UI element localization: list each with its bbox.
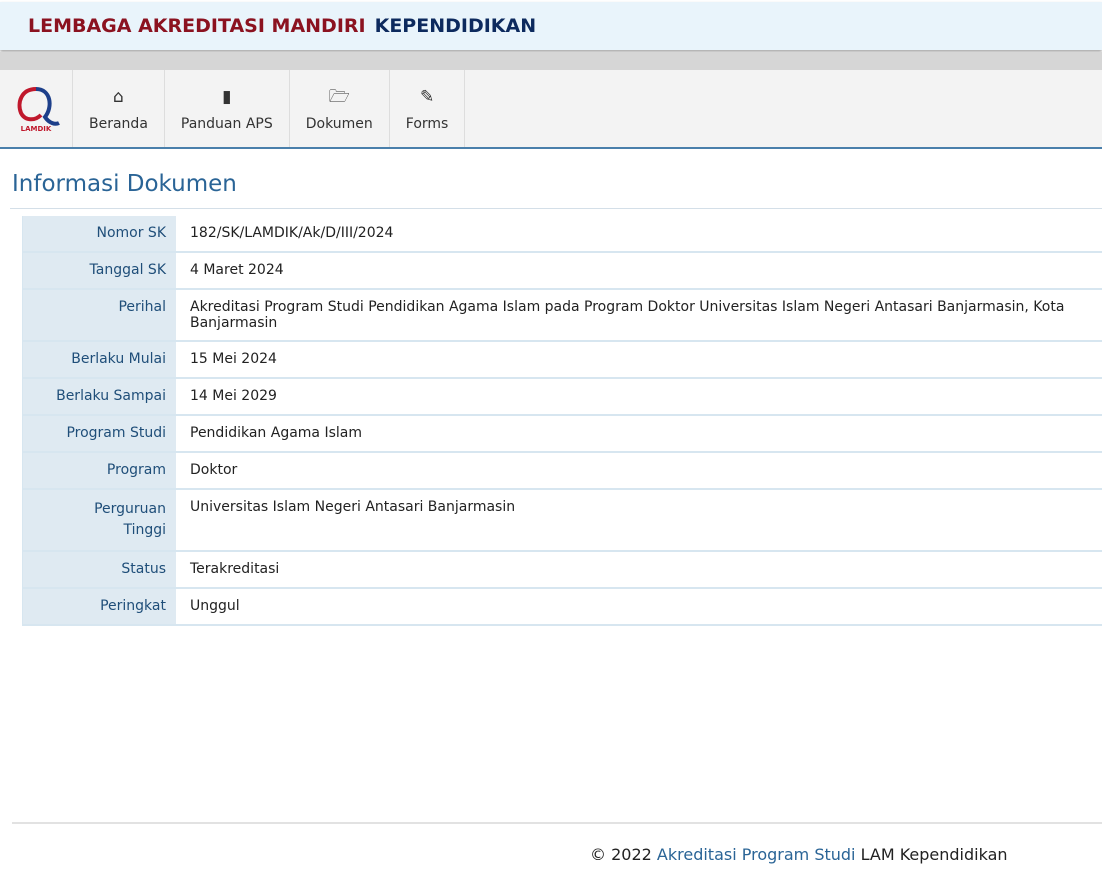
nav-dokumen[interactable]: 🗁 Dokumen <box>290 70 390 147</box>
table-row: Perguruan Tinggi Universitas Islam Negeri… <box>22 489 1102 552</box>
table-row: Tanggal SK 4 Maret 2024 <box>22 252 1102 290</box>
row-label: Berlaku Mulai <box>22 341 176 379</box>
folder-open-icon: 🗁 <box>328 86 350 107</box>
row-value: Terakreditasi <box>176 551 1102 589</box>
row-value: 15 Mei 2024 <box>176 341 1102 379</box>
lamdik-logo[interactable]: LAMDIK <box>0 70 73 147</box>
banner-title-part2: KEPENDIDIKAN <box>374 15 537 37</box>
row-label: Status <box>22 551 176 589</box>
footer: © 2022 Akreditasi Program Studi LAM Kepe… <box>590 845 1008 864</box>
row-value: 14 Mei 2029 <box>176 378 1102 416</box>
row-label: Program <box>22 452 176 490</box>
row-label: Berlaku Sampai <box>22 378 176 416</box>
row-label: Perguruan Tinggi <box>22 489 176 552</box>
nav-forms[interactable]: ✎ Forms <box>390 70 466 147</box>
table-row: Perihal Akreditasi Program Studi Pendidik… <box>22 289 1102 342</box>
row-value: Akreditasi Program Studi Pendidikan Agam… <box>176 289 1102 342</box>
row-value: Doktor <box>176 452 1102 490</box>
banner-divider <box>0 52 1102 70</box>
nav-panduan-aps[interactable]: ▮ Panduan APS <box>165 70 290 147</box>
nav-label: Dokumen <box>305 115 373 132</box>
row-value: 4 Maret 2024 <box>176 252 1102 290</box>
row-value: Pendidikan Agama Islam <box>176 415 1102 453</box>
title-divider <box>10 208 1102 209</box>
footer-suffix: LAM Kependidikan <box>860 845 1008 864</box>
footer-divider <box>12 822 1102 824</box>
table-row: Status Terakreditasi <box>22 551 1102 589</box>
home-icon: ⌂ <box>113 86 124 107</box>
table-row: Berlaku Sampai 14 Mei 2029 <box>22 378 1102 416</box>
book-icon: ▮ <box>222 86 232 107</box>
nav-label: Forms <box>405 115 449 132</box>
nav-beranda[interactable]: ⌂ Beranda <box>73 70 165 147</box>
table-row: Peringkat Unggul <box>22 588 1102 626</box>
nav-label: Panduan APS <box>180 115 273 132</box>
main-nav: LAMDIK ⌂ Beranda ▮ Panduan APS 🗁 Dokumen ✎ F… <box>0 70 1102 149</box>
row-label: Program Studi <box>22 415 176 453</box>
row-label: Nomor SK <box>22 216 176 253</box>
document-info-table: Nomor SK 182/SK/LAMDIK/Ak/D/III/2024 Tangg… <box>22 216 1102 626</box>
row-label: Peringkat <box>22 588 176 626</box>
table-row: Program Doktor <box>22 452 1102 490</box>
row-label: Perihal <box>22 289 176 342</box>
edit-icon: ✎ <box>419 86 435 107</box>
row-label: Tanggal SK <box>22 252 176 290</box>
logo-text: LAMDIK <box>20 124 52 133</box>
copyright-text: © 2022 <box>590 845 652 864</box>
page-title: Informasi Dokumen <box>12 171 237 197</box>
table-row: Berlaku Mulai 15 Mei 2024 <box>22 341 1102 379</box>
row-value: Universitas Islam Negeri Antasari Banjar… <box>176 489 1102 552</box>
table-row: Nomor SK 182/SK/LAMDIK/Ak/D/III/2024 <box>22 216 1102 253</box>
banner-title-part1: LEMBAGA AKREDITASI MANDIRI <box>28 15 366 37</box>
site-banner: LEMBAGA AKREDITASI MANDIRI KEPENDIDIKAN <box>0 2 1102 50</box>
footer-link[interactable]: Akreditasi Program Studi <box>657 845 856 864</box>
table-row: Program Studi Pendidikan Agama Islam <box>22 415 1102 453</box>
row-value: 182/SK/LAMDIK/Ak/D/III/2024 <box>176 216 1102 253</box>
row-value: Unggul <box>176 588 1102 626</box>
nav-label: Beranda <box>89 115 148 132</box>
